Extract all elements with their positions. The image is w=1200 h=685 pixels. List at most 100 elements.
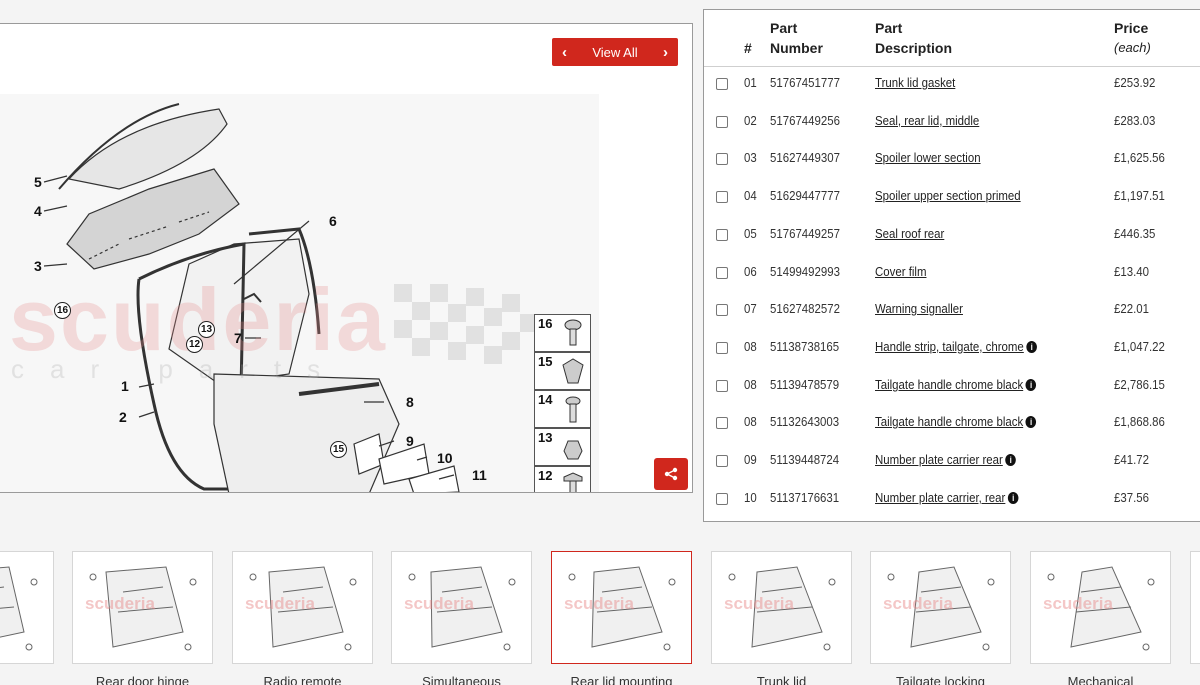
hardware-cell-16[interactable]: 16	[534, 314, 591, 352]
callout-circle-12[interactable]: 12	[186, 336, 203, 353]
row-description[interactable]: Warning signaller	[875, 301, 963, 316]
row-index: 07	[744, 301, 757, 317]
row-index: 04	[744, 188, 757, 204]
thumbnail-label[interactable]: Mechanical	[1030, 674, 1171, 685]
callout-8[interactable]: 8	[406, 394, 414, 410]
row-checkbox[interactable]	[716, 153, 728, 166]
callout-1[interactable]: 1	[121, 378, 129, 394]
row-checkbox[interactable]	[716, 228, 728, 241]
chevron-left-icon[interactable]: ‹	[562, 44, 567, 61]
row-index: 05	[744, 225, 757, 241]
thumbnail-label[interactable]: Tailgate locking	[870, 674, 1011, 685]
row-description-link[interactable]: Spoiler lower section	[875, 150, 981, 165]
callout-2[interactable]: 2	[119, 409, 127, 425]
thumbnail[interactable]: scuderia	[0, 551, 54, 664]
header-part-description: Part Description	[875, 18, 952, 58]
info-icon[interactable]: i	[1007, 491, 1019, 504]
thumbnail[interactable]: scuderia	[72, 551, 213, 664]
row-index: 01	[744, 75, 757, 90]
callout-circle-16[interactable]: 16	[54, 302, 71, 319]
row-description-link[interactable]: Seal, rear lid, middle	[875, 113, 979, 128]
callout-10[interactable]: 10	[437, 450, 453, 466]
row-description[interactable]: Trunk lid gasket	[875, 75, 955, 90]
callout-circle-13[interactable]: 13	[198, 321, 215, 338]
row-description[interactable]: Number plate carrier rear	[875, 452, 1003, 467]
row-checkbox[interactable]	[716, 191, 728, 204]
row-checkbox[interactable]	[716, 455, 728, 467]
row-description-link[interactable]: Seal roof rear	[875, 226, 944, 241]
info-icon[interactable]: i	[1025, 378, 1037, 391]
thumbnail-label[interactable]: Radio remote	[232, 674, 373, 685]
thumbnail[interactable]: scuderia	[551, 551, 692, 664]
thumbnail-watermark: scuderia	[564, 594, 634, 613]
header-part-number-line1: Part	[770, 20, 798, 36]
callout-4[interactable]: 4	[34, 203, 42, 219]
row-description-link[interactable]: Tailgate handle chrome black i	[875, 414, 1037, 429]
thumbnail[interactable]: scuderia	[1030, 551, 1171, 664]
row-price: £41.72	[1114, 452, 1149, 467]
row-part-number: 51627482572	[770, 301, 840, 317]
share-button[interactable]	[654, 458, 688, 490]
hardware-strip: 16 15 14 13 12	[534, 314, 591, 492]
callout-9[interactable]: 9	[406, 433, 414, 449]
callout-3[interactable]: 3	[34, 258, 42, 274]
table-row: 08 51139478579 Tailgate handle chrome blac…	[704, 369, 1200, 407]
hardware-cell-15[interactable]: 15	[534, 352, 591, 390]
row-checkbox[interactable]	[716, 341, 728, 354]
callout-6[interactable]: 6	[329, 213, 337, 229]
row-checkbox[interactable]	[716, 78, 728, 90]
thumbnail-label[interactable]: Rear lid mounting	[551, 674, 692, 685]
thumbnail-label[interactable]: hinge	[0, 674, 54, 685]
row-description-link[interactable]: Cover film	[875, 264, 926, 279]
row-description-link[interactable]: Number plate carrier, rear i	[875, 490, 1019, 505]
callout-5[interactable]: 5	[34, 174, 42, 190]
row-description[interactable]: Cover film	[875, 264, 926, 279]
chevron-right-icon[interactable]: ›	[663, 44, 668, 61]
table-header: # Part Number Part Description Price (ea…	[704, 10, 1200, 67]
thumbnail[interactable]: scuderia	[232, 551, 373, 664]
info-icon[interactable]: i	[1025, 416, 1037, 429]
info-icon[interactable]: i	[1005, 454, 1016, 466]
parts-diagram-panel: ‹ View All › scuderia car parts 5 4 3 1 …	[0, 23, 693, 493]
thumbnail-label[interactable]: Rear door hinge	[72, 674, 213, 685]
thumbnail[interactable]: scuderia	[391, 551, 532, 664]
row-part-number: 51139478579	[770, 376, 840, 392]
row-description-link[interactable]: Spoiler upper section primed	[875, 188, 1021, 203]
diagram-thumbnails: scuderia hinge scuderia Rear door hinge scud…	[0, 548, 1200, 685]
row-description-link[interactable]: Warning signaller	[875, 301, 963, 316]
row-description[interactable]: Number plate carrier, rear	[875, 490, 1005, 505]
row-description[interactable]: Seal roof rear	[875, 226, 944, 241]
view-all-button[interactable]: ‹ View All ›	[552, 38, 678, 66]
row-checkbox[interactable]	[716, 492, 728, 505]
thumbnail-label[interactable]: Trunk lid	[711, 674, 852, 685]
row-index: 06	[744, 263, 757, 279]
row-description-link[interactable]: Trunk lid gasket	[875, 75, 955, 90]
row-description[interactable]: Spoiler lower section	[875, 150, 981, 165]
row-checkbox[interactable]	[716, 266, 728, 279]
row-description-link[interactable]: Number plate carrier rear i	[875, 452, 1016, 467]
row-description-link[interactable]: Tailgate handle chrome black i	[875, 377, 1037, 392]
callout-11[interactable]: 11	[472, 467, 487, 483]
row-checkbox[interactable]	[716, 304, 728, 317]
row-description[interactable]: Handle strip, tailgate, chrome	[875, 339, 1024, 354]
row-description[interactable]: Spoiler upper section primed	[875, 188, 1021, 203]
row-description-link[interactable]: Handle strip, tailgate, chrome i	[875, 339, 1038, 354]
row-checkbox[interactable]	[716, 379, 728, 392]
thumbnail-partial[interactable]	[1190, 551, 1200, 664]
info-icon[interactable]: i	[1026, 340, 1038, 353]
row-description[interactable]: Seal, rear lid, middle	[875, 113, 979, 128]
hardware-cell-13[interactable]: 13	[534, 428, 591, 466]
row-description[interactable]: Tailgate handle chrome black	[875, 414, 1023, 429]
callout-circle-15[interactable]: 15	[330, 441, 347, 458]
thumbnail-label[interactable]: Simultaneous	[391, 674, 532, 685]
row-checkbox[interactable]	[716, 115, 728, 128]
row-description[interactable]: Tailgate handle chrome black	[875, 377, 1023, 392]
callout-7[interactable]: 7	[234, 330, 242, 346]
row-checkbox[interactable]	[716, 417, 728, 430]
thumbnail[interactable]: scuderia	[711, 551, 852, 664]
row-price: £1,197.51	[1114, 188, 1165, 204]
thumbnail[interactable]: scuderia	[870, 551, 1011, 664]
hardware-cell-14[interactable]: 14	[534, 390, 591, 428]
hardware-label: 12	[538, 468, 553, 483]
hardware-cell-12[interactable]: 12	[534, 466, 591, 492]
